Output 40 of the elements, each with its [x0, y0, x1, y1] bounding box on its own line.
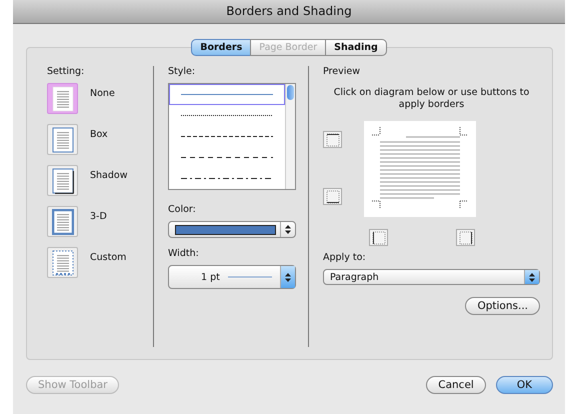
setting-button[interactable]: [47, 165, 78, 196]
bottom-border-button[interactable]: [323, 188, 342, 205]
page-icon: [52, 208, 74, 234]
dash-line-icon: [181, 156, 273, 159]
dotted-line-icon: [181, 114, 273, 117]
apply-to-label: Apply to:: [323, 252, 367, 263]
stepper-icon: [524, 270, 539, 284]
setting-label: 3-D: [90, 210, 107, 222]
stepper-icon: [280, 266, 295, 288]
cancel-button[interactable]: Cancel: [426, 376, 486, 394]
setting-label: Shadow: [90, 169, 128, 181]
page-icon: [52, 250, 74, 276]
page-icon: [52, 168, 74, 194]
setting-label: Custom: [90, 251, 126, 263]
setting-label: Box: [90, 128, 108, 140]
page-icon: [52, 126, 74, 152]
small-dash-line-icon: [181, 135, 273, 138]
color-label: Color:: [168, 204, 197, 215]
style-label: Style:: [168, 66, 196, 77]
preview-label: Preview: [323, 66, 361, 77]
scrollbar[interactable]: [285, 84, 295, 189]
setting-label: Setting:: [47, 66, 86, 77]
right-border-button[interactable]: [456, 229, 475, 246]
preview-hint: Click on diagram below or use buttons to apply borders: [332, 87, 530, 111]
apply-to-dropdown[interactable]: Paragraph: [323, 269, 540, 285]
page-icon: [52, 86, 74, 112]
style-list[interactable]: [168, 83, 296, 190]
top-border-button[interactable]: [323, 131, 342, 148]
solid-line-icon: [181, 93, 273, 96]
setting-label: None: [90, 87, 115, 99]
left-border-button[interactable]: [369, 229, 388, 246]
ok-button[interactable]: OK: [496, 376, 553, 394]
dash-dot-line-icon: [181, 177, 273, 180]
width-dropdown[interactable]: 1 pt: [168, 265, 296, 289]
color-dropdown[interactable]: [168, 221, 296, 238]
tab[interactable]: Shading: [325, 39, 387, 56]
window-title: Borders and Shading: [13, 0, 565, 24]
width-label: Width:: [168, 248, 200, 259]
options-button[interactable]: Options...: [465, 297, 540, 315]
tab[interactable]: Borders: [191, 39, 252, 56]
